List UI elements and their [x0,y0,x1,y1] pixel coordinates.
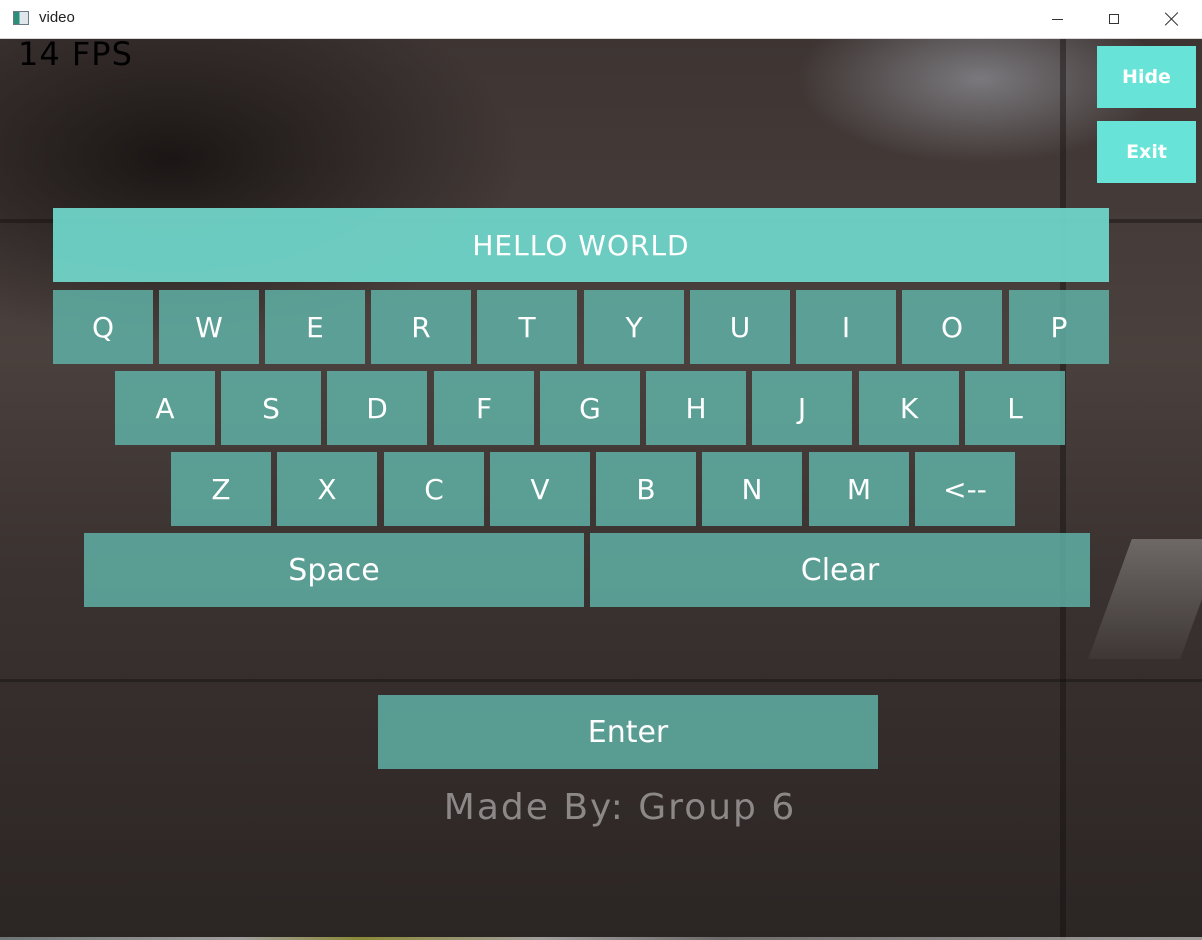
key-u[interactable]: U [690,290,790,364]
key-h[interactable]: H [646,371,746,445]
hide-button[interactable]: Hide [1097,46,1196,108]
window-title: video [39,9,75,26]
key-z[interactable]: Z [171,452,271,526]
key-g[interactable]: G [540,371,640,445]
video-frame: 14 FPS Hide Exit HELLO WORLD Q W E R T Y… [0,39,1202,940]
enter-button[interactable]: Enter [378,695,878,769]
key-o[interactable]: O [902,290,1002,364]
clear-key[interactable]: Clear [590,533,1090,607]
backspace-key[interactable]: <-- [915,452,1015,526]
key-a[interactable]: A [115,371,215,445]
key-e[interactable]: E [265,290,365,364]
space-key[interactable]: Space [84,533,584,607]
background-shape [0,679,1202,682]
key-w[interactable]: W [159,290,259,364]
window-titlebar[interactable]: video [0,0,1202,39]
fps-counter: 14 FPS [18,39,133,73]
key-f[interactable]: F [434,371,534,445]
key-v[interactable]: V [490,452,590,526]
key-n[interactable]: N [702,452,802,526]
key-p[interactable]: P [1009,290,1109,364]
credit-text: Made By: Group 6 [443,787,797,828]
key-l[interactable]: L [965,371,1065,445]
app-icon [13,11,29,25]
key-i[interactable]: I [796,290,896,364]
key-m[interactable]: M [809,452,909,526]
exit-button[interactable]: Exit [1097,121,1196,183]
key-x[interactable]: X [277,452,377,526]
background-glare [1088,539,1202,659]
key-j[interactable]: J [752,371,852,445]
typed-text-display: HELLO WORLD [53,208,1109,282]
minimize-icon [1051,18,1063,20]
close-button[interactable] [1143,0,1201,38]
key-d[interactable]: D [327,371,427,445]
key-q[interactable]: Q [53,290,153,364]
maximize-button[interactable] [1085,0,1143,38]
key-s[interactable]: S [221,371,321,445]
maximize-icon [1109,14,1119,24]
key-c[interactable]: C [384,452,484,526]
key-t[interactable]: T [477,290,577,364]
key-k[interactable]: K [859,371,959,445]
key-r[interactable]: R [371,290,471,364]
close-icon [1165,12,1179,26]
key-b[interactable]: B [596,452,696,526]
minimize-button[interactable] [1028,0,1086,38]
key-y[interactable]: Y [584,290,684,364]
